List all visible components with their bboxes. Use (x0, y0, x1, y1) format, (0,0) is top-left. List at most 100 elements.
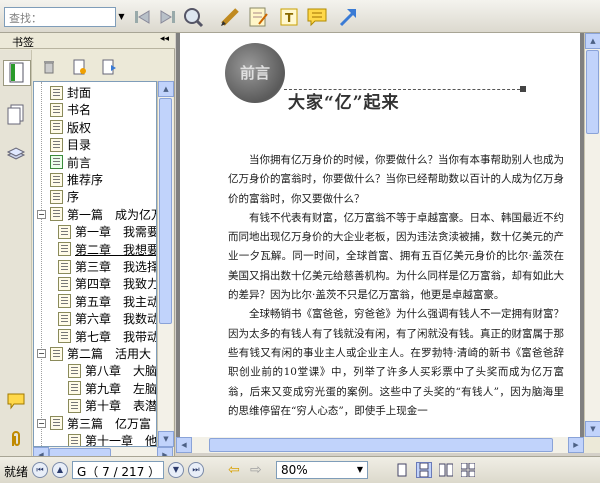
scroll-up-arrow[interactable]: ▲ (158, 81, 174, 97)
bookmark-label: 第六章 我数动 (75, 312, 157, 327)
document-page: 前言 大家“亿”起来 当你拥有亿万身价的时候，你要做什么？当你有本事帮助别人也成… (180, 33, 580, 437)
notepad-icon[interactable] (246, 5, 270, 29)
bookmark-item[interactable]: 前言 (50, 154, 91, 171)
back-arrow-icon[interactable]: ⇦ (228, 462, 240, 478)
paragraph: 当你拥有亿万身价的时候，你要做什么？当你有本事帮助别人也成为亿万身价的富翁时，你… (228, 154, 564, 205)
scroll-down-arrow[interactable]: ▼ (585, 421, 600, 437)
bookmark-item[interactable]: 第十一章 他 (68, 432, 156, 446)
bookmark-label: 第二章 我想要 (75, 242, 157, 257)
scroll-thumb[interactable] (159, 98, 172, 324)
pages-tab-icon[interactable] (5, 102, 27, 128)
bookmark-page-icon (58, 242, 71, 257)
bookmark-label: 第三章 我选择 (75, 260, 157, 274)
bookmark-item[interactable]: 第九章 左脑 (68, 380, 157, 397)
bookmark-page-icon (68, 433, 81, 446)
bookmark-label: 前言 (67, 155, 92, 170)
svg-text:T: T (285, 11, 294, 25)
bookmark-tree: 封面 书名 版权 目录 前言 推荐序序第一篇 成为亿万 − 第一章 我需要 第二章 我想要 第三章… (33, 81, 157, 447)
bookmark-from-selection-icon[interactable] (100, 58, 118, 76)
main-toolbar: 查找： ▼ T (0, 0, 600, 33)
bookmark-item[interactable]: 第五章 我主动 (58, 293, 156, 310)
bookmark-vertical-scrollbar[interactable]: ▲ ▼ (157, 81, 174, 447)
bookmark-item[interactable]: 第二章 我想要 (58, 241, 157, 258)
text-tool-icon[interactable]: T (277, 5, 301, 29)
comments-tab-icon[interactable] (5, 388, 27, 414)
panel-tab-strip (0, 50, 32, 456)
bookmark-item[interactable]: 版权 (50, 119, 91, 136)
tree-expander[interactable]: − (37, 418, 46, 428)
first-page-button[interactable]: ⏮ (32, 462, 48, 478)
document-horizontal-scrollbar[interactable]: ◀ ▶ (176, 437, 584, 453)
prev-page-button[interactable]: ▲ (52, 462, 68, 478)
chevron-down-icon[interactable]: ▼ (353, 462, 367, 478)
search-input[interactable]: 查找： (4, 7, 116, 27)
bookmark-page-icon (50, 85, 63, 100)
continuous-view-icon[interactable] (416, 462, 432, 478)
zoom-select[interactable]: 80% ▼ (276, 461, 368, 479)
next-page-button[interactable]: ▼ (168, 462, 184, 478)
bookmark-item[interactable]: 第一章 我需要 (58, 223, 157, 240)
bookmark-item[interactable]: 目录 (50, 136, 91, 153)
bookmark-page-icon (50, 207, 63, 222)
scroll-thumb[interactable] (586, 50, 599, 134)
bookmark-item[interactable]: 书名 (50, 101, 91, 118)
arrow-tool-icon[interactable] (336, 5, 360, 29)
prev-result-icon[interactable] (130, 5, 154, 29)
collapse-panel-button[interactable]: ◂◂ (160, 34, 169, 44)
bookmark-item[interactable]: 推荐序 (50, 171, 103, 188)
body-text: 当你拥有亿万身价的时候，你要做什么？当你有本事帮助别人也成为亿万身价的富翁时，你… (228, 151, 564, 421)
continuous-facing-view-icon[interactable] (460, 462, 476, 478)
bookmark-item[interactable]: 第一篇 成为亿万 (50, 206, 156, 223)
bookmarks-tab-icon[interactable] (3, 60, 31, 86)
bookmark-item[interactable]: 第七章 我带动 (58, 328, 156, 345)
scroll-left-arrow[interactable]: ◀ (176, 437, 192, 453)
bookmark-label: 第三篇 亿万富 (67, 416, 152, 431)
bookmark-item[interactable]: 封面 (50, 84, 91, 101)
last-page-button[interactable]: ⏭ (188, 462, 204, 478)
bookmark-item[interactable]: 第三章 我选择 (58, 258, 157, 275)
delete-bookmark-icon[interactable] (40, 58, 58, 76)
bookmark-label: 第九章 左脑 (85, 381, 157, 396)
bookmark-page-icon (68, 363, 81, 378)
scroll-thumb[interactable] (209, 438, 553, 452)
bookmark-label: 推荐序 (67, 173, 104, 187)
forward-arrow-icon[interactable]: ⇨ (250, 462, 262, 478)
new-bookmark-icon[interactable] (70, 58, 88, 76)
bookmark-page-icon (50, 346, 63, 361)
bookmark-item[interactable]: 第四章 我致力 (58, 275, 156, 292)
facing-view-icon[interactable] (438, 462, 454, 478)
find-icon[interactable] (181, 5, 205, 29)
pencil-icon[interactable] (218, 5, 242, 29)
zoom-value: 80% (281, 463, 308, 477)
bookmark-page-icon (58, 311, 71, 326)
bookmark-page-icon (50, 416, 63, 431)
next-result-icon[interactable] (156, 5, 180, 29)
bookmark-item[interactable]: 序 (50, 188, 79, 205)
bookmark-page-icon (58, 224, 71, 239)
document-vertical-scrollbar[interactable]: ▲ ▼ (584, 33, 600, 437)
panel-title: 书签 (12, 36, 34, 49)
bookmark-item[interactable]: 第六章 我数动 (58, 310, 157, 327)
scroll-up-arrow[interactable]: ▲ (585, 33, 600, 49)
bookmark-item[interactable]: 第二篇 活用大 (50, 345, 151, 362)
bookmark-item[interactable]: 第八章 大脑 (68, 362, 156, 379)
scroll-down-arrow[interactable]: ▼ (158, 431, 174, 447)
bookmark-item[interactable]: 第三篇 亿万富 (50, 415, 151, 432)
search-dropdown-button[interactable]: ▼ (116, 7, 127, 27)
single-page-view-icon[interactable] (394, 462, 410, 478)
document-viewport[interactable]: 前言 大家“亿”起来 当你拥有亿万身价的时候，你要做什么？当你有本事帮助别人也成… (176, 33, 584, 437)
tree-expander[interactable]: − (37, 349, 46, 358)
comment-icon[interactable] (305, 5, 329, 29)
attachments-tab-icon[interactable] (5, 426, 27, 452)
bookmark-page-icon (58, 294, 71, 309)
bookmark-label: 序 (67, 190, 80, 205)
bookmark-item[interactable]: 第十章 表潜 (68, 397, 157, 414)
bookmark-label: 第十章 表潜 (85, 399, 157, 414)
bookmark-label: 目录 (67, 138, 92, 153)
tree-expander[interactable]: − (37, 209, 46, 219)
layers-tab-icon[interactable] (5, 142, 27, 168)
bookmark-label: 第一章 我需要 (75, 225, 157, 240)
page-number-field[interactable]: G（ 7 / 217 ） (72, 461, 164, 479)
scroll-right-arrow[interactable]: ▶ (568, 437, 584, 453)
bookmark-label: 第二篇 活用大 (67, 347, 152, 361)
